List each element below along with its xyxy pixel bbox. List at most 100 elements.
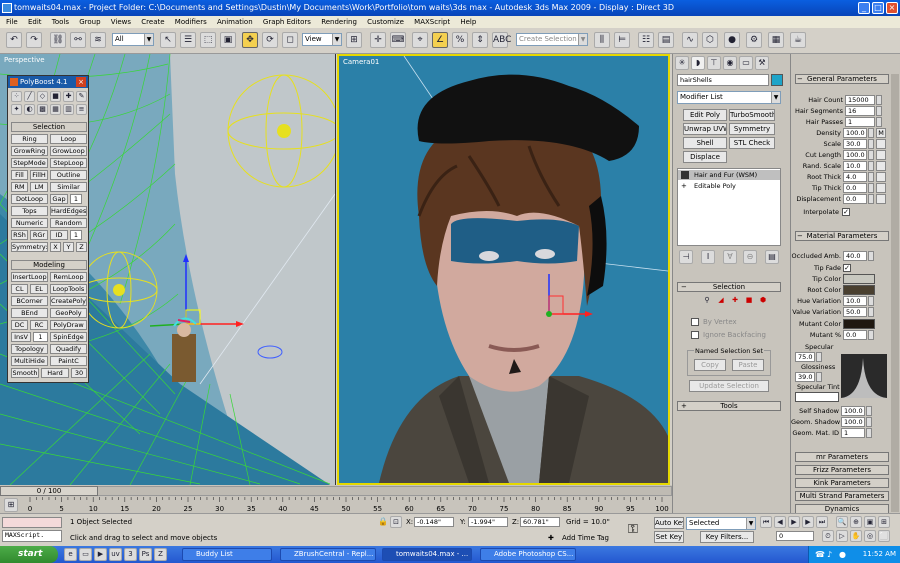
guide-tips-icon[interactable]: ◢: [715, 295, 727, 307]
edge-mode-icon[interactable]: ╱: [24, 91, 35, 102]
geom-shadow-spinner[interactable]: [866, 417, 872, 427]
scale-field[interactable]: 30.0: [843, 139, 867, 149]
density-spinner[interactable]: [868, 128, 874, 138]
hue-variation-spinner[interactable]: [868, 296, 874, 306]
pb-spinedge-button[interactable]: SpinEdge: [50, 332, 87, 342]
z-coordinate-field[interactable]: 60.781": [520, 517, 560, 527]
viewport-label-perspective[interactable]: Perspective: [4, 56, 45, 64]
menu-file[interactable]: File: [6, 18, 18, 26]
specular-field[interactable]: 75.0: [795, 352, 815, 362]
make-unique-icon[interactable]: ∀: [723, 250, 737, 264]
occluded-amb-spinner[interactable]: [868, 251, 874, 261]
shell-button[interactable]: Shell: [683, 137, 727, 149]
taskbar-item-photoshop[interactable]: Adobe Photoshop CS...: [480, 548, 576, 561]
polyboost-modeling-header[interactable]: Modeling: [11, 260, 87, 270]
pb-remloop-button[interactable]: RemLoop: [50, 272, 87, 282]
redo-icon[interactable]: ↷: [26, 32, 42, 48]
time-configuration-icon[interactable]: ⏲: [822, 530, 834, 542]
brush-icon[interactable]: ✎: [76, 91, 87, 102]
value-variation-field[interactable]: 50.0: [843, 307, 867, 317]
stl-check-button[interactable]: STL Check: [729, 137, 775, 149]
interpolate-checkbox[interactable]: ✓: [842, 208, 850, 216]
pb-growloop-button[interactable]: GrowLoop: [50, 146, 87, 156]
zoom-icon[interactable]: 🔍: [836, 516, 848, 528]
ignore-backface-icon[interactable]: ◐: [24, 104, 35, 115]
paste-button[interactable]: Paste: [732, 359, 764, 371]
general-parameters-header[interactable]: General Parameters: [795, 74, 889, 84]
unwrap-uvw-button[interactable]: Unwrap UVW: [683, 123, 727, 135]
stack-item-editable-poly[interactable]: + Editable Poly: [678, 181, 780, 191]
window-crossing-icon[interactable]: ▣: [220, 32, 236, 48]
pb-ring-button[interactable]: Ring: [11, 134, 48, 144]
pb-cl-button[interactable]: CL: [11, 284, 28, 294]
self-shadow-field[interactable]: 100.0: [841, 406, 865, 416]
kink-parameters-header[interactable]: Kink Parameters: [795, 478, 889, 488]
menu-animation[interactable]: Animation: [217, 18, 253, 26]
rand-scale-spinner[interactable]: [868, 161, 874, 171]
minimize-button[interactable]: _: [858, 2, 870, 14]
reference-coordinate-combo[interactable]: View ▼: [302, 33, 342, 46]
timeline-ruler[interactable]: 0 5 10 15 20 25 30 35 40 45 50 55 60 65 70 75 80 85 90 95 10…: [22, 497, 672, 513]
menu-views[interactable]: Views: [111, 18, 131, 26]
tip-thick-field[interactable]: 0.0: [843, 183, 867, 193]
guides-select-icon[interactable]: ⚲: [701, 295, 713, 307]
pb-sym-y-button[interactable]: Y: [63, 242, 74, 252]
polyboost-title-bar[interactable]: PolyBoost 4.1 ×: [8, 76, 88, 88]
quick-render-icon[interactable]: ☕: [790, 32, 806, 48]
pb-lm-button[interactable]: LM: [30, 182, 48, 192]
x-coordinate-field[interactable]: -0.148": [414, 517, 454, 527]
pb-quadify-button[interactable]: Quadify: [50, 344, 87, 354]
guide-roots-icon[interactable]: ✚: [729, 295, 741, 307]
root-thick-field[interactable]: 4.0: [843, 172, 867, 182]
start-button[interactable]: start: [0, 546, 58, 563]
specular-tint-swatch[interactable]: [795, 392, 839, 402]
pb-random-button[interactable]: Random: [50, 218, 87, 228]
tip-fade-checkbox[interactable]: ✓: [843, 264, 851, 272]
tools-rollout-header[interactable]: Tools: [677, 401, 781, 411]
guide-element-icon[interactable]: ⬢: [757, 295, 769, 307]
select-and-link-icon[interactable]: ⛓: [50, 32, 66, 48]
polyboost-floater[interactable]: PolyBoost 4.1 × ⁘ ╱ ◇ ■ ✚ ✎ ✦ ◐ ▩ ▦ ▥ ≡ …: [7, 75, 89, 383]
quicklaunch-max-icon[interactable]: 3: [124, 548, 137, 561]
quicklaunch-desktop-icon[interactable]: ▭: [79, 548, 92, 561]
display-tab-icon[interactable]: ▭: [739, 56, 753, 70]
pb-sym-z-button[interactable]: Z: [76, 242, 87, 252]
update-selection-button[interactable]: Update Selection: [689, 380, 769, 392]
create-tab-icon[interactable]: ✳: [675, 56, 689, 70]
show-cage-icon[interactable]: ▩: [37, 104, 48, 115]
pivot-center-icon[interactable]: ⊞: [346, 32, 362, 48]
angle-snap-icon[interactable]: ∠: [432, 32, 448, 48]
render-setup-icon[interactable]: ⚙: [746, 32, 762, 48]
object-color-swatch[interactable]: [771, 74, 783, 86]
add-time-tag[interactable]: Add Time Tag: [562, 534, 609, 542]
element-mode-icon[interactable]: ✚: [63, 91, 74, 102]
pb-dc-button[interactable]: DC: [11, 320, 28, 330]
pb-symmetry-button[interactable]: Symmetry:: [11, 242, 48, 252]
y-coordinate-field[interactable]: -1.994": [468, 517, 508, 527]
symmetry-button[interactable]: Symmetry: [729, 123, 775, 135]
menu-edit[interactable]: Edit: [28, 18, 42, 26]
unlink-icon[interactable]: ⚯: [70, 32, 86, 48]
next-frame-icon[interactable]: ▶: [802, 516, 814, 528]
glossiness-spinner[interactable]: [816, 372, 822, 382]
schematic-view-icon[interactable]: ⬡: [702, 32, 718, 48]
align-icon[interactable]: ⊨: [614, 32, 630, 48]
motion-tab-icon[interactable]: ◉: [723, 56, 737, 70]
border-mode-icon[interactable]: ◇: [37, 91, 48, 102]
tray-messenger-icon[interactable]: ●: [839, 550, 846, 559]
pb-rgr-button[interactable]: RGr: [30, 230, 48, 240]
pb-loop-button[interactable]: Loop: [50, 134, 87, 144]
menu-rendering[interactable]: Rendering: [321, 18, 357, 26]
go-to-start-icon[interactable]: ⏮: [760, 516, 772, 528]
soft-selection-icon[interactable]: ✦: [11, 104, 22, 115]
ppt-icon[interactable]: ≡: [76, 104, 87, 115]
geom-mat-id-spinner[interactable]: [866, 428, 872, 438]
self-shadow-spinner[interactable]: [866, 406, 872, 416]
glossiness-field[interactable]: 39.0: [795, 372, 815, 382]
value-variation-spinner[interactable]: [868, 307, 874, 317]
auto-key-button[interactable]: Auto Key: [654, 517, 684, 529]
pb-steploop-button[interactable]: StepLoop: [50, 158, 87, 168]
mutant-pct-field[interactable]: 0.0: [843, 330, 867, 340]
panel-scrollbar[interactable]: [891, 74, 899, 512]
menu-graph-editors[interactable]: Graph Editors: [263, 18, 311, 26]
